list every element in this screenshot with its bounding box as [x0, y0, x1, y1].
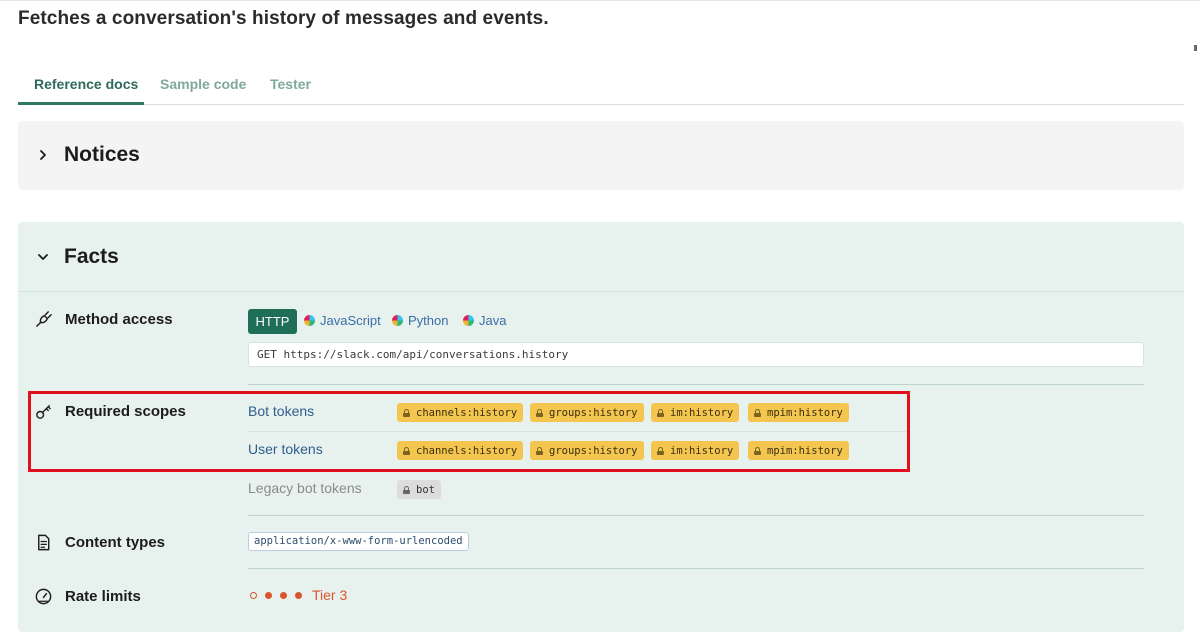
- tier-label: Tier 3: [312, 587, 348, 603]
- divider: [248, 431, 910, 432]
- scope-badge[interactable]: mpim:history: [748, 441, 849, 460]
- legacy-bot-tokens-label: Legacy bot tokens: [248, 480, 362, 496]
- scope-badge[interactable]: im:history: [651, 403, 740, 422]
- method-access-label: Method access: [34, 310, 173, 329]
- bot-tokens-label[interactable]: Bot tokens: [248, 403, 314, 419]
- scope-name: channels:history: [416, 406, 518, 419]
- facts-panel: Facts Method access HTTP JavaScript Pyth…: [18, 222, 1184, 632]
- tier-dot-filled: [280, 591, 287, 599]
- http-button[interactable]: HTTP: [248, 309, 297, 334]
- scope-name: im:history: [670, 444, 734, 457]
- rate-limits-text: Rate limits: [65, 588, 141, 605]
- scope-badge[interactable]: channels:history: [397, 403, 524, 422]
- language-link-javascript[interactable]: JavaScript: [304, 313, 381, 328]
- language-label: Java: [479, 313, 507, 328]
- lock-icon: [403, 408, 410, 417]
- plug-icon: [36, 311, 52, 327]
- notices-panel: Notices: [18, 121, 1184, 190]
- lock-icon: [403, 485, 410, 494]
- language-link-python[interactable]: Python: [392, 313, 448, 328]
- required-scopes-label: Required scopes: [34, 402, 186, 421]
- divider: [18, 291, 1184, 292]
- page-title: Fetches a conversation's history of mess…: [18, 8, 549, 29]
- lock-icon: [754, 446, 761, 455]
- notices-heading: Notices: [64, 143, 140, 166]
- tab-tester[interactable]: Tester: [270, 76, 311, 92]
- tier-dot-filled: [295, 591, 302, 599]
- language-link-java[interactable]: Java: [463, 313, 506, 328]
- scope-name: mpim:history: [767, 406, 843, 419]
- scope-name: channels:history: [416, 444, 518, 457]
- scope-name: mpim:history: [767, 444, 843, 457]
- language-label: Python: [408, 313, 449, 328]
- scope-name: bot: [416, 483, 435, 496]
- content-types-label: Content types: [34, 533, 165, 552]
- top-rule: [0, 0, 1200, 1]
- lock-icon: [657, 446, 664, 455]
- lock-icon: [754, 408, 761, 417]
- key-icon: [36, 405, 51, 419]
- tier-dot-empty: [250, 591, 257, 599]
- endpoint-url[interactable]: GET https://slack.com/api/conversations.…: [248, 342, 1144, 367]
- active-tab-indicator: [18, 102, 144, 105]
- scope-badge[interactable]: channels:history: [397, 441, 524, 460]
- facts-toggle[interactable]: Facts: [36, 245, 119, 269]
- divider: [248, 515, 1144, 516]
- notices-toggle[interactable]: Notices: [36, 143, 140, 167]
- scope-name: groups:history: [549, 444, 638, 457]
- slack-logo-icon: [392, 315, 403, 326]
- chevron-down-icon: [38, 254, 48, 260]
- tab-sample-code[interactable]: Sample code: [160, 76, 246, 92]
- facts-heading: Facts: [64, 245, 119, 268]
- scrollbar-marker: [1194, 45, 1197, 51]
- scope-name: im:history: [670, 406, 734, 419]
- lock-icon: [657, 408, 664, 417]
- lock-icon: [536, 408, 543, 417]
- rate-limit-tier[interactable]: Tier 3: [250, 587, 347, 603]
- divider: [248, 384, 1144, 385]
- required-scopes-text: Required scopes: [65, 403, 186, 420]
- scope-badge[interactable]: groups:history: [530, 403, 644, 422]
- scope-badge[interactable]: groups:history: [530, 441, 644, 460]
- content-types-text: Content types: [65, 534, 166, 551]
- scope-badge[interactable]: im:history: [651, 441, 740, 460]
- document-icon: [38, 534, 50, 551]
- rate-limits-label: Rate limits: [34, 587, 141, 606]
- content-type-badge[interactable]: application/x-www-form-urlencoded: [248, 532, 469, 551]
- gauge-icon: [35, 588, 52, 605]
- tab-bar: Reference docs Sample code Tester: [18, 64, 1184, 105]
- slack-logo-icon: [304, 315, 315, 326]
- language-label: JavaScript: [320, 313, 381, 328]
- scope-badge[interactable]: bot: [397, 480, 441, 499]
- lock-icon: [403, 446, 410, 455]
- scope-badge[interactable]: mpim:history: [748, 403, 849, 422]
- slack-logo-icon: [463, 315, 474, 326]
- tier-dot-filled: [265, 591, 272, 599]
- lock-icon: [536, 446, 543, 455]
- method-access-text: Method access: [65, 311, 173, 328]
- tab-reference-docs[interactable]: Reference docs: [34, 76, 138, 92]
- chevron-right-icon: [40, 150, 46, 160]
- scope-name: groups:history: [549, 406, 638, 419]
- user-tokens-label[interactable]: User tokens: [248, 441, 323, 457]
- divider: [248, 568, 1144, 569]
